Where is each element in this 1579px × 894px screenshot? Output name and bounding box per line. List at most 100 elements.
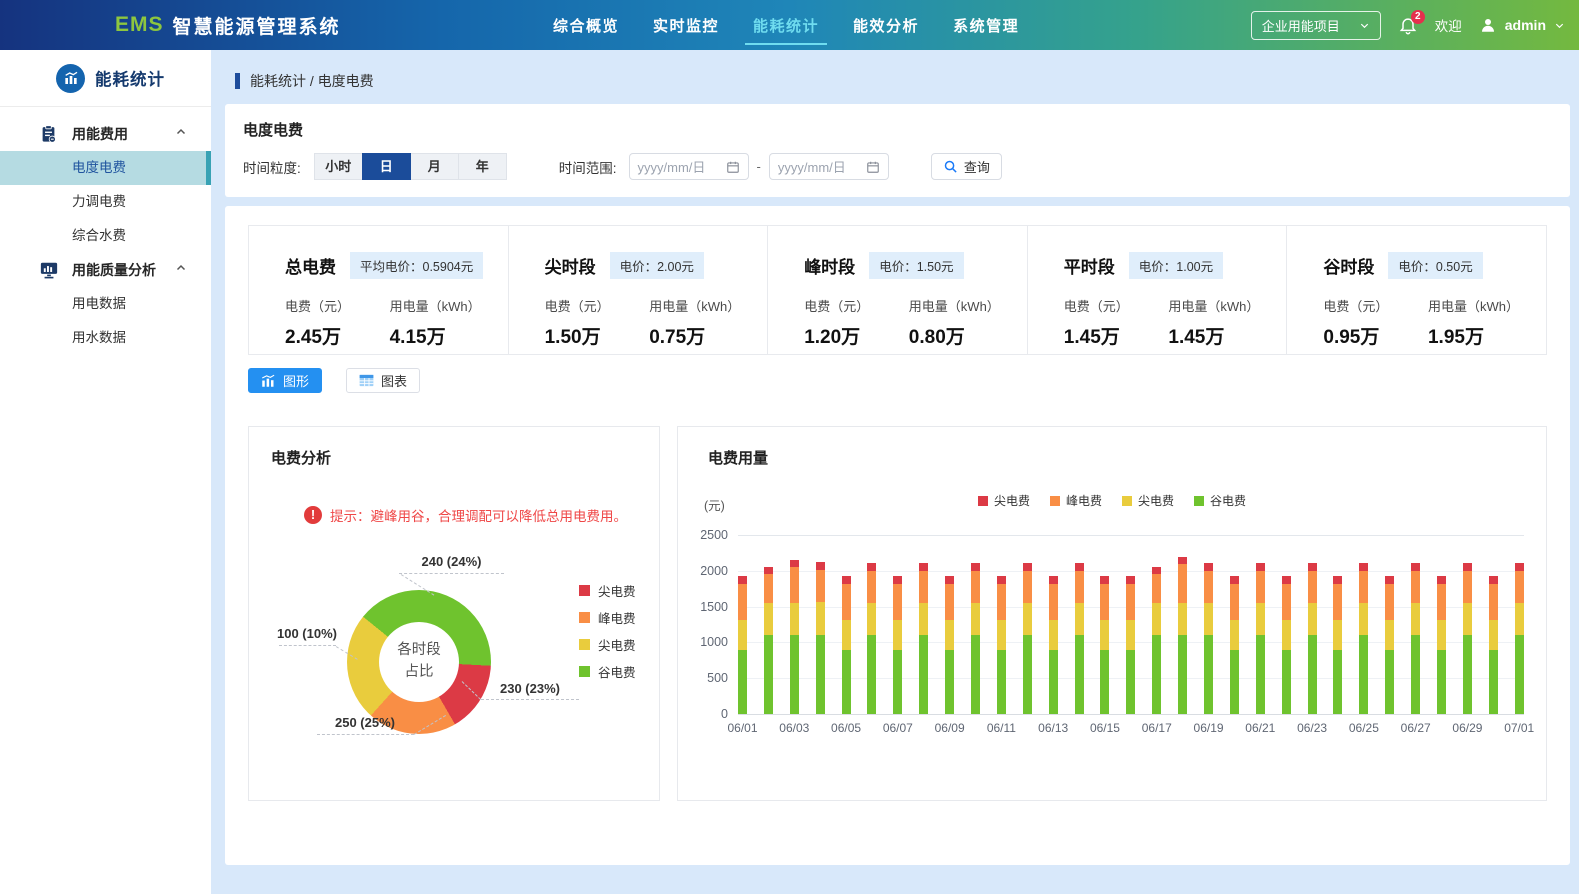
bar-06/29[interactable]: [1462, 562, 1472, 714]
bar-segment: [945, 583, 955, 620]
user-menu[interactable]: admin: [1479, 16, 1565, 34]
bar-06/27[interactable]: [1411, 562, 1421, 714]
table-view-button[interactable]: 图表: [346, 368, 421, 393]
stat-fee-label: 电费（元）: [285, 299, 351, 314]
project-select[interactable]: 企业用能项目: [1250, 10, 1381, 40]
bar-06/09[interactable]: [945, 575, 955, 714]
pie-legend-item-3[interactable]: 谷电费: [579, 658, 636, 685]
nav-item-4[interactable]: 系统管理: [953, 15, 1019, 36]
bar-06/23[interactable]: [1307, 562, 1317, 714]
sidebar-item-1-1[interactable]: 用水数据: [0, 321, 211, 355]
bar-segment: [996, 575, 1006, 584]
bar-legend-item-1[interactable]: 峰电费: [1049, 492, 1102, 509]
sidebar-group-1[interactable]: 用能质量分析: [0, 253, 211, 287]
stat-card-price-badge: 平均电价：0.5904元: [350, 252, 484, 279]
legend-swatch: [579, 585, 590, 596]
sidebar-item-0-0[interactable]: 电度电费: [0, 151, 211, 185]
end-date-input[interactable]: yyyy/mm/日: [768, 153, 889, 180]
graph-view-button[interactable]: 图形: [248, 368, 323, 393]
stat-usage-value: 0.75万: [649, 327, 706, 348]
bar-legend-item-0[interactable]: 尖电费: [977, 492, 1030, 509]
bar-legend-item-2[interactable]: 尖电费: [1122, 492, 1174, 509]
pie-legend-item-1[interactable]: 峰电费: [579, 604, 636, 631]
bar-segment: [1411, 562, 1421, 571]
bar-segment: [1074, 570, 1084, 604]
bar-legend-item-3[interactable]: 谷电费: [1194, 492, 1246, 509]
bar-06/22[interactable]: [1281, 575, 1291, 714]
start-date-input[interactable]: yyyy/mm/日: [628, 153, 749, 180]
bar-06/12[interactable]: [1022, 562, 1032, 714]
sidebar-item-0-1[interactable]: 力调电费: [0, 185, 211, 219]
stat-card-price-badge: 电价：0.50元: [1388, 252, 1483, 279]
query-button[interactable]: 查询: [930, 153, 1002, 180]
stat-card-title: 总电费: [285, 258, 336, 277]
x-label-slot: [1023, 721, 1032, 735]
bar-06/02[interactable]: [763, 566, 773, 714]
bar-06/28[interactable]: [1437, 575, 1447, 714]
bar-06/04[interactable]: [815, 562, 825, 714]
breadcrumb-text: 能耗统计 / 电度电费: [250, 73, 374, 89]
query-button-label: 查询: [963, 160, 990, 175]
bar-segment: [919, 570, 929, 604]
granularity-option-0[interactable]: 小时: [313, 153, 363, 180]
bar-segment: [1074, 635, 1084, 714]
bar-segment: [789, 603, 799, 636]
bar-segment: [1281, 649, 1291, 714]
pie-legend-label: 尖电费: [598, 585, 636, 599]
nav-item-1[interactable]: 实时监控: [653, 15, 719, 36]
sidebar-item-0-2[interactable]: 综合水费: [0, 219, 211, 253]
bar-06/20[interactable]: [1229, 575, 1239, 714]
bar-06/25[interactable]: [1359, 562, 1369, 714]
sidebar-group-0[interactable]: 用能费用: [0, 117, 211, 151]
x-label-slot: 06/21: [1245, 721, 1275, 735]
bar-06/07[interactable]: [893, 575, 903, 714]
nav-item-2[interactable]: 能耗统计: [745, 15, 828, 45]
bar-06/10[interactable]: [971, 562, 981, 714]
bar-06/24[interactable]: [1333, 575, 1343, 714]
granularity-option-2[interactable]: 月: [409, 153, 459, 180]
x-label-slot: 06/11: [987, 721, 1016, 735]
bar-06/11[interactable]: [996, 575, 1006, 714]
bar-segment: [1204, 603, 1214, 636]
bar-chart[interactable]: [738, 535, 1524, 714]
granularity-option-1[interactable]: 日: [361, 153, 411, 180]
tip-text: 提示：避峰用谷，合理调配可以降低总用电费用。: [330, 509, 627, 524]
bar-segment: [1437, 575, 1447, 584]
bar-06/06[interactable]: [867, 562, 877, 714]
nav-item-3[interactable]: 能效分析: [853, 15, 919, 36]
bar-chart-icon: [261, 374, 275, 387]
granularity-option-3[interactable]: 年: [457, 153, 507, 180]
bar-06/14[interactable]: [1074, 562, 1084, 714]
bar-segment: [1514, 635, 1524, 714]
bar-06/16[interactable]: [1126, 575, 1136, 714]
bar-06/13[interactable]: [1048, 575, 1058, 714]
bar-segment: [971, 562, 981, 571]
pie-legend-item-0[interactable]: 尖电费: [579, 577, 636, 604]
notification-bell[interactable]: 2: [1398, 10, 1425, 35]
pie-legend-item-2[interactable]: 尖电费: [579, 631, 636, 658]
fee-analysis-panel: 电费分析 ! 提示：避峰用谷，合理调配可以降低总用电费用。 各时段 占比 230…: [248, 426, 660, 801]
nav-item-0[interactable]: 综合概览: [553, 15, 619, 36]
bar-06/08[interactable]: [919, 562, 929, 714]
bar-06/30[interactable]: [1488, 575, 1498, 714]
bar-segment: [789, 635, 799, 714]
bar-06/19[interactable]: [1204, 562, 1214, 714]
x-label-slot: [1333, 721, 1342, 735]
donut-chart[interactable]: 各时段 占比: [347, 590, 491, 734]
bar-07/01[interactable]: [1514, 562, 1524, 714]
bar-06/01[interactable]: [738, 575, 747, 714]
bar-06/03[interactable]: [789, 560, 799, 714]
sidebar-item-1-0[interactable]: 用电数据: [0, 287, 211, 321]
bar-06/18[interactable]: [1178, 556, 1188, 714]
legend-swatch: [1122, 495, 1132, 506]
bar-06/26[interactable]: [1385, 575, 1395, 714]
bar-06/21[interactable]: [1255, 562, 1265, 714]
x-label-slot: [1178, 721, 1187, 735]
bar-06/05[interactable]: [841, 575, 851, 714]
bar-segment: [1333, 649, 1343, 714]
bar-06/15[interactable]: [1100, 575, 1110, 714]
stat-fee-label: 电费（元）: [804, 299, 870, 314]
bar-segment: [1514, 570, 1524, 604]
welcome-text: 欢迎: [1434, 19, 1462, 34]
bar-06/17[interactable]: [1152, 566, 1162, 714]
